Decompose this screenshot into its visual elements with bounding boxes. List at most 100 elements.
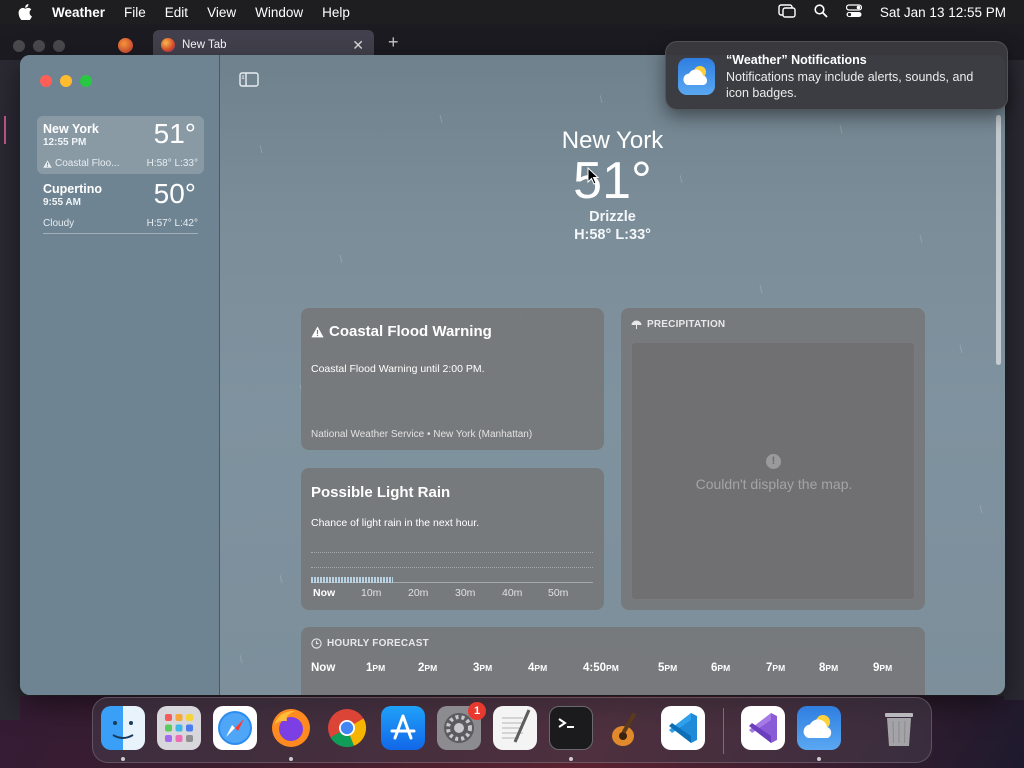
hour-label: 6PM: [711, 662, 730, 674]
screen-mirroring-icon[interactable]: [778, 3, 796, 21]
dock-separator: [723, 708, 724, 754]
firefox-icon[interactable]: [269, 706, 313, 750]
browser-close-button[interactable]: [13, 40, 25, 52]
sidebar-toggle-icon[interactable]: [239, 72, 261, 88]
hour-label: 3PM: [473, 662, 492, 674]
textedit-icon[interactable]: [493, 706, 537, 750]
rain-intensity-bars: [311, 577, 393, 583]
hour-label: 1PM: [366, 662, 385, 674]
browser-zoom-button[interactable]: [53, 40, 65, 52]
list-divider: [43, 233, 198, 234]
location-title: New York: [561, 127, 664, 154]
control-center-icon[interactable]: [845, 3, 863, 21]
menu-bar-clock[interactable]: Sat Jan 13 12:55 PM: [880, 5, 1006, 20]
firefox-tab-icon: [161, 38, 175, 52]
city-high-low: H:57° L:42°: [146, 218, 198, 229]
vertical-scrollbar[interactable]: [996, 115, 1001, 365]
window-close-button[interactable]: [40, 75, 52, 87]
hour-ampm: PM: [772, 663, 786, 673]
launchpad-icon[interactable]: [157, 706, 201, 750]
hour-ampm: PM: [606, 663, 619, 673]
city-condition: Cloudy: [43, 218, 75, 229]
safari-icon[interactable]: [213, 706, 257, 750]
alert-title: Coastal Flood Warning: [311, 323, 492, 340]
menu-view[interactable]: View: [207, 5, 236, 20]
precip-header-text: PRECIPITATION: [647, 319, 726, 330]
city-card-cupertino[interactable]: Cupertino 9:55 AM 50° Cloudy H:57° L:42°: [37, 176, 204, 234]
hourly-header-text: HOURLY FORECAST: [327, 638, 429, 649]
menu-edit[interactable]: Edit: [165, 5, 188, 20]
hour-ampm: PM: [424, 663, 438, 673]
current-condition: Drizzle: [589, 209, 636, 225]
weather-app-icon: [678, 58, 715, 95]
menu-app-name[interactable]: Weather: [52, 5, 105, 20]
precipitation-map[interactable]: ! Couldn't display the map.: [631, 342, 915, 600]
window-minimize-button[interactable]: [60, 75, 72, 87]
rain-tick-10m: 10m: [361, 587, 382, 599]
browser-right-edge: [1004, 60, 1024, 700]
rain-tick-now: Now: [313, 587, 336, 599]
pinned-tab-icon[interactable]: [118, 38, 133, 53]
warning-icon: [311, 326, 324, 337]
menu-file[interactable]: File: [124, 5, 146, 20]
menu-window[interactable]: Window: [255, 5, 303, 20]
menu-help[interactable]: Help: [322, 5, 350, 20]
hour-label: 7PM: [766, 662, 785, 674]
hourly-header: HOURLY FORECAST: [311, 638, 429, 649]
finder-icon[interactable]: [101, 706, 145, 750]
visual-studio-icon[interactable]: [741, 706, 785, 750]
city-name: Cupertino: [43, 182, 103, 196]
precip-header: PRECIPITATION: [631, 319, 725, 330]
severe-weather-card[interactable]: Coastal Flood Warning Coastal Flood Warn…: [301, 308, 604, 450]
notification-title: “Weather” Notifications: [726, 53, 867, 67]
hour-num: 4:50: [583, 662, 607, 674]
hour-label: 8PM: [819, 662, 838, 674]
tab-title: New Tab: [182, 39, 227, 51]
apple-menu-icon[interactable]: [18, 4, 38, 20]
trash-icon[interactable]: [877, 706, 921, 750]
window-zoom-button[interactable]: [80, 75, 92, 87]
hour-label: 9PM: [873, 662, 892, 674]
browser-left-edge: [0, 60, 20, 720]
hour-num: Now: [311, 662, 336, 674]
browser-minimize-button[interactable]: [33, 40, 45, 52]
city-temp: 51°: [153, 118, 196, 149]
spotlight-search-icon[interactable]: [814, 3, 828, 21]
map-error-message: Couldn't display the map.: [695, 476, 853, 492]
city-time: 12:55 PM: [43, 137, 87, 148]
rain-tick-50m: 50m: [548, 587, 569, 599]
notification-badge: 1: [468, 702, 486, 720]
rain-tick-40m: 40m: [502, 587, 523, 599]
next-hour-precipitation-card[interactable]: Possible Light Rain Chance of light rain…: [301, 468, 604, 610]
info-icon: !: [766, 454, 781, 469]
vscode-icon[interactable]: [661, 706, 705, 750]
notification-body: Notifications may include alerts, sounds…: [726, 70, 974, 100]
running-indicator: [569, 757, 573, 761]
city-card-new-york[interactable]: New York 12:55 PM 51° Coastal Floo... H:…: [37, 116, 204, 174]
hour-ampm: PM: [664, 663, 678, 673]
high-low: H:58° L:33°: [574, 227, 651, 243]
running-indicator: [289, 757, 293, 761]
weather-icon[interactable]: [797, 706, 841, 750]
rain-title: Possible Light Rain: [311, 484, 451, 501]
umbrella-icon: [631, 320, 642, 329]
hourly-forecast-card[interactable]: HOURLY FORECAST Now 1PM 2PM 3PM 4PM 4:50…: [301, 627, 925, 695]
current-temperature: 51°: [573, 152, 652, 210]
app-store-icon[interactable]: [381, 706, 425, 750]
menu-bar: Weather File Edit View Window Help Sat J…: [0, 0, 1024, 24]
alert-source: National Weather Service • New York (Man…: [311, 429, 533, 440]
terminal-icon[interactable]: [549, 706, 593, 750]
precipitation-map-card[interactable]: PRECIPITATION ! Couldn't display the map…: [621, 308, 925, 610]
notification-banner[interactable]: “Weather” Notifications Notifications ma…: [665, 41, 1008, 110]
running-indicator: [121, 757, 125, 761]
new-tab-plus-icon[interactable]: +: [388, 32, 399, 53]
rain-tick-30m: 30m: [455, 587, 476, 599]
weather-window: New York 12:55 PM 51° Coastal Floo... H:…: [20, 55, 1005, 695]
hour-label: 5PM: [658, 662, 677, 674]
hour-ampm: PM: [825, 663, 839, 673]
chrome-icon[interactable]: [325, 706, 369, 750]
garageband-icon[interactable]: [605, 706, 649, 750]
close-tab-icon[interactable]: ✕: [352, 37, 364, 54]
hour-label: Now: [311, 662, 335, 674]
rain-description: Chance of light rain in the next hour.: [311, 517, 480, 529]
